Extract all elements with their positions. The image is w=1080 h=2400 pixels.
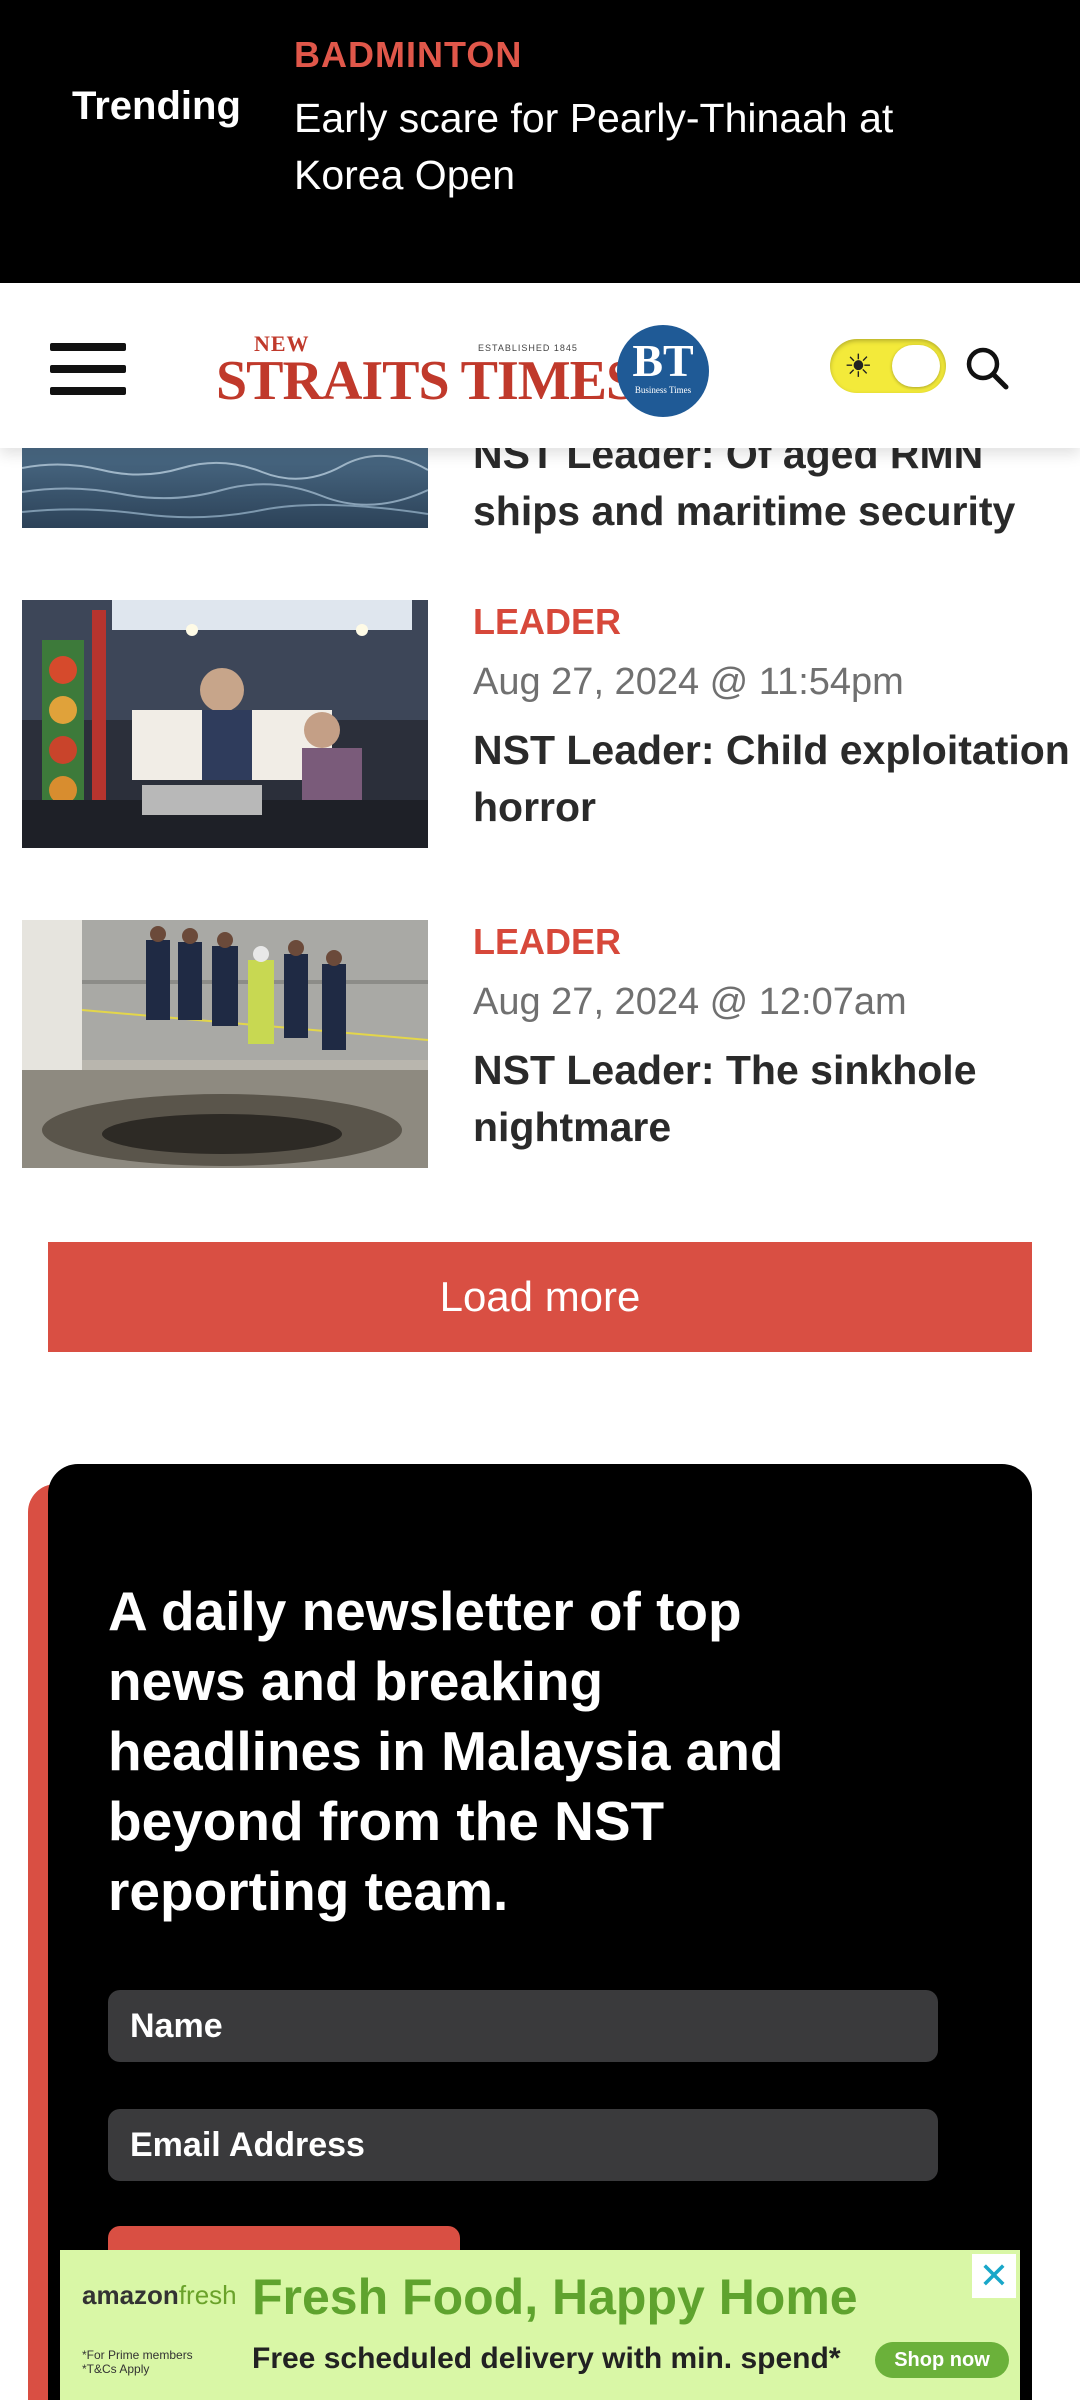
menu-icon[interactable]	[50, 343, 126, 395]
bt-logo-subtext: Business Times	[634, 385, 692, 395]
article-category[interactable]: LEADER	[473, 600, 1073, 644]
article-date: Aug 27, 2024 @ 11:54pm	[473, 661, 904, 703]
sun-icon: ☀	[844, 348, 873, 384]
close-icon[interactable]: ✕	[972, 2254, 1016, 2298]
article-thumbnail-restaurant[interactable]	[22, 600, 428, 848]
trending-headline[interactable]: Early scare for Pearly-Thinaah at Korea …	[294, 90, 1014, 204]
ad-headline: Fresh Food, Happy Home	[252, 2269, 858, 2325]
ad-subline: Free scheduled delivery with min. spend*	[252, 2342, 841, 2375]
nst-logo[interactable]: NEW ESTABLISHED 1845 STRAITS TIMES	[216, 331, 637, 412]
theme-toggle[interactable]: ☀	[830, 339, 946, 393]
ad-fine-print: *For Prime members *T&Cs Apply	[82, 2348, 193, 2376]
name-input[interactable]	[108, 1990, 938, 2062]
bt-logo[interactable]: BT Business Times	[617, 325, 709, 417]
trending-bar[interactable]: Trending BADMINTON Early scare for Pearl…	[0, 0, 1080, 283]
ad-banner[interactable]: amazonfresh *For Prime members *T&Cs App…	[60, 2250, 1020, 2400]
article-title[interactable]: NST Leader: The sinkhole nightmare	[473, 1042, 1073, 1156]
site-header: NEW ESTABLISHED 1845 STRAITS TIMES BT Bu…	[0, 283, 1080, 448]
ad-shop-now-button[interactable]: Shop now	[875, 2342, 1009, 2378]
article-title[interactable]: NST Leader: Child exploitation horror	[473, 722, 1073, 836]
ad-brand-logo: amazonfresh	[82, 2280, 237, 2310]
search-icon[interactable]	[964, 345, 1010, 391]
trending-label: Trending	[72, 84, 241, 128]
newsletter-description: A daily newsletter of top news and break…	[108, 1580, 784, 1922]
email-input[interactable]	[108, 2109, 938, 2181]
toggle-knob	[892, 345, 940, 387]
logo-main-text: STRAITS TIMES	[216, 350, 637, 412]
article-thumbnail-sea[interactable]	[22, 448, 428, 528]
article-date: Aug 27, 2024 @ 12:07am	[473, 981, 907, 1023]
trending-category[interactable]: BADMINTON	[294, 34, 522, 76]
article-thumbnail-sinkhole[interactable]	[22, 920, 428, 1168]
bt-logo-text: BT	[632, 335, 694, 386]
load-more-button[interactable]: Load more	[48, 1242, 1032, 1352]
article-category[interactable]: LEADER	[473, 920, 1073, 964]
